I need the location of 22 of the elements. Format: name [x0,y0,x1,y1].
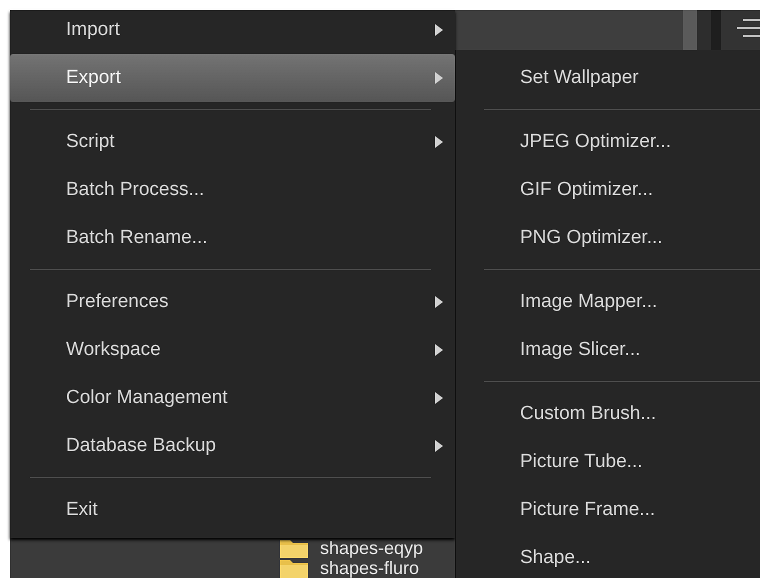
menu-item[interactable]: Image Mapper... [456,278,760,326]
menu-item[interactable]: Shape... [456,534,760,578]
menu-item[interactable]: Batch Process... [10,166,455,214]
menu-item[interactable]: GIF Optimizer... [456,166,760,214]
menu-item[interactable]: Exit [10,486,455,534]
menu-item[interactable]: Import [10,10,455,54]
menu-item[interactable]: JPEG Optimizer... [456,118,760,166]
menu-item[interactable]: Image Slicer... [456,326,760,374]
menu-item[interactable]: Preferences [10,278,455,326]
folder-name[interactable]: shapes-fluro [320,558,420,578]
menu-item[interactable]: Script [10,118,455,166]
menu-item[interactable]: Database Backup [10,422,455,470]
menu-item[interactable]: Picture Tube... [456,438,760,486]
menu-item[interactable]: Export [10,54,455,102]
folder-name[interactable]: shapes-eqyp [320,538,424,558]
menu-item[interactable]: Batch Rename... [10,214,455,262]
menu-item[interactable]: Custom Brush... [456,390,760,438]
menu-item[interactable]: Workspace [10,326,455,374]
menu-item[interactable]: Color Management [10,374,455,422]
menu-item[interactable]: PNG Optimizer... [456,214,760,262]
menu-item[interactable]: Picture Frame... [456,486,760,534]
menu-item[interactable]: Set Wallpaper [456,54,760,102]
